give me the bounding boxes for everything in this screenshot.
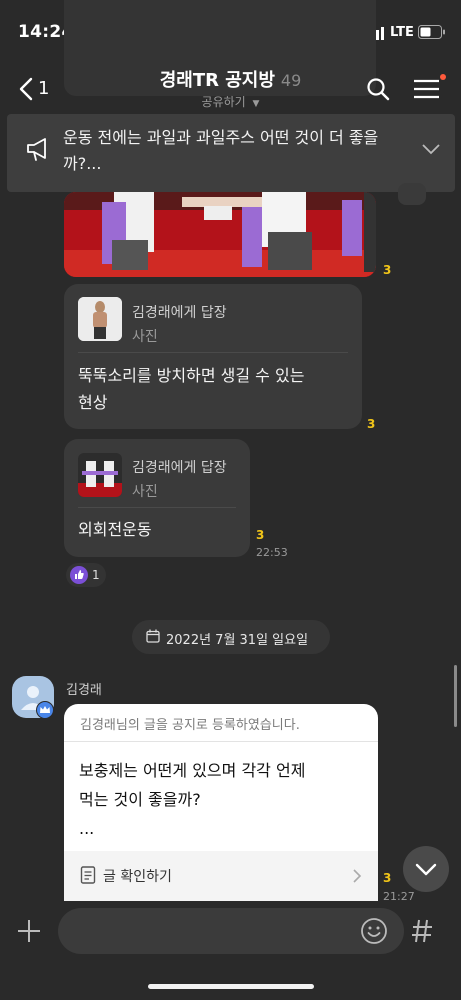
card-body-line-2: 먹는 것이 좋을까?: [79, 790, 201, 809]
sender-name[interactable]: 김경래: [66, 679, 102, 698]
battery-icon: [418, 25, 445, 39]
date-divider-text: 2022년 7월 31일 일요일: [166, 633, 309, 648]
workout-photo[interactable]: [64, 192, 376, 277]
scrollbar-thumb[interactable]: [454, 665, 457, 727]
share-photo-button[interactable]: [398, 183, 426, 205]
notice-card-body: 보충제는 어떤게 있으며 각각 언제 먹는 것이 좋을까? ...: [79, 756, 369, 843]
notice-card-header: 김경래님의 글을 공지로 등록하였습니다.: [80, 718, 300, 733]
card-body-line-3: ...: [79, 819, 95, 838]
network-type: LTE: [390, 25, 414, 40]
card-divider: [64, 741, 378, 742]
scroll-to-bottom-button[interactable]: [403, 846, 449, 892]
message-text: 뚝뚝소리를 방치하면 생길 수 있는 현상: [78, 362, 358, 416]
reaction-count: 1: [92, 568, 100, 582]
message-time: 21:27: [383, 890, 415, 903]
reply-to-label: 김경래에게 답장: [132, 305, 227, 321]
message-text: 외회전운동: [78, 520, 152, 539]
chevron-down-icon[interactable]: [421, 142, 441, 156]
chevron-right-icon: [353, 869, 362, 883]
view-post-label: 글 확인하기: [103, 869, 172, 885]
reply-divider: [78, 352, 348, 353]
notice-text: 운동 전에는 과일과 과일주스 어떤 것이 더 좋을까?...: [63, 128, 379, 173]
message-time: 22:53: [256, 546, 288, 559]
message-line-1: 뚝뚝소리를 방치하면 생길 수 있는: [78, 366, 305, 385]
crown-badge-icon: [36, 701, 54, 719]
unread-count: 3: [367, 417, 376, 431]
share-dropdown[interactable]: 공유하기 ▼: [0, 93, 461, 110]
hashtag-icon[interactable]: [410, 918, 434, 944]
reply-divider: [78, 507, 236, 508]
unread-count: 3: [256, 528, 265, 542]
home-indicator[interactable]: [148, 984, 314, 989]
share-label: 공유하기: [201, 95, 246, 109]
message-line-2: 현상: [78, 393, 108, 412]
reply-thumbnail: [78, 297, 122, 341]
card-body-line-1: 보충제는 어떤게 있으며 각각 언제: [79, 761, 306, 780]
member-count: 49: [280, 71, 302, 90]
menu-icon[interactable]: [412, 72, 448, 102]
chat-title: 경래TR 공지방: [159, 70, 275, 91]
megaphone-icon: [27, 138, 46, 161]
reply-type-label: 사진: [132, 484, 158, 500]
unread-count: 3: [383, 871, 392, 885]
unread-count: 3: [383, 263, 392, 277]
reply-to-label: 김경래에게 답장: [132, 460, 227, 476]
chevron-down-icon: [415, 863, 437, 876]
reply-thumbnail: [78, 453, 122, 497]
message-input[interactable]: [58, 908, 404, 954]
document-icon: [80, 866, 96, 884]
emoji-icon[interactable]: [360, 917, 388, 945]
chat-title-container[interactable]: 경래TR 공지방 49: [0, 66, 461, 92]
reply-type-label: 사진: [132, 329, 158, 345]
thumbs-up-icon: [70, 566, 88, 584]
search-icon[interactable]: [366, 77, 390, 101]
calendar-icon: [146, 629, 160, 643]
plus-icon[interactable]: [16, 918, 42, 944]
caret-down-icon: ▼: [252, 99, 260, 109]
